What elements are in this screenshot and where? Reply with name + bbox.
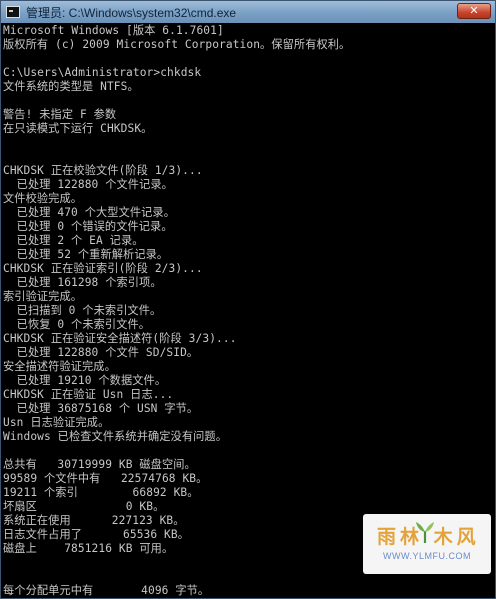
console-line: 已处理 19210 个数据文件。 [3, 374, 167, 387]
cmd-app-icon [6, 6, 20, 18]
console-line: 系统正在使用 227123 KB。 [3, 514, 185, 527]
cmd-window: 管理员: C:\Windows\system32\cmd.exe ✕ Micro… [0, 0, 496, 599]
console-line: 每个分配单元中有 4096 字节。 [3, 584, 210, 597]
console-output[interactable]: Microsoft Windows [版本 6.1.7601] 版权所有 (c)… [1, 23, 495, 598]
console-line: 已处理 470 个大型文件记录。 [3, 206, 176, 219]
console-line: 警告! 未指定 F 参数 [3, 108, 117, 121]
console-line: CHKDSK 正在校验文件(阶段 1/3)... [3, 164, 203, 177]
console-line: 已处理 122880 个文件 SD/SID。 [3, 346, 199, 359]
console-line: 日志文件占用了 65536 KB。 [3, 528, 189, 541]
console-line: 文件系统的类型是 NTFS。 [3, 80, 139, 93]
close-button[interactable]: ✕ [457, 3, 491, 19]
console-line: 99589 个文件中有 22574768 KB。 [3, 472, 208, 485]
console-line: 已处理 2 个 EA 记录。 [3, 234, 144, 247]
console-line: 安全描述符验证完成。 [3, 360, 116, 373]
console-line: 已处理 36875168 个 USN 字节。 [3, 402, 199, 415]
tree-logo-icon [416, 522, 434, 543]
console-line: 索引验证完成。 [3, 290, 83, 303]
title-bar[interactable]: 管理员: C:\Windows\system32\cmd.exe ✕ [1, 1, 495, 23]
console-line: 版权所有 (c) 2009 Microsoft Corporation。保留所有… [3, 38, 351, 51]
console-line: CHKDSK 正在验证 Usn 日志... [3, 388, 174, 401]
console-line: C:\Users\Administrator>chkdsk [3, 66, 202, 79]
console-line: 19211 个索引 66892 KB。 [3, 486, 199, 499]
console-line: 总共有 30719999 KB 磁盘空间。 [3, 458, 196, 471]
console-line: 已处理 122880 个文件记录。 [3, 178, 173, 191]
window-title: 管理员: C:\Windows\system32\cmd.exe [26, 5, 237, 20]
console-line: 已处理 52 个重新解析记录。 [3, 248, 169, 261]
console-line: 文件校验完成。 [3, 192, 83, 205]
console-line: Microsoft Windows [版本 6.1.7601] [3, 24, 224, 37]
console-line: 已处理 161298 个索引项。 [3, 276, 162, 289]
console-line: CHKDSK 正在验证索引(阶段 2/3)... [3, 262, 203, 275]
console-line: 磁盘上 7851216 KB 可用。 [3, 542, 174, 555]
console-line: 已处理 0 个错误的文件记录。 [3, 220, 173, 233]
site-watermark: 雨林 木风 WWW.YLMFU.COM [363, 514, 491, 574]
console-line: Usn 日志验证完成。 [3, 416, 110, 429]
console-line: 在只读模式下运行 CHKDSK。 [3, 122, 153, 135]
console-line: 已恢复 0 个未索引文件。 [3, 318, 151, 331]
console-line: Windows 已检查文件系统并确定没有问题。 [3, 430, 227, 443]
console-line: 坏扇区 0 KB。 [3, 500, 165, 513]
console-line: 已扫描到 0 个未索引文件。 [3, 304, 162, 317]
watermark-url: WWW.YLMFU.COM [383, 551, 471, 561]
console-line: CHKDSK 正在验证安全描述符(阶段 3/3)... [3, 332, 237, 345]
